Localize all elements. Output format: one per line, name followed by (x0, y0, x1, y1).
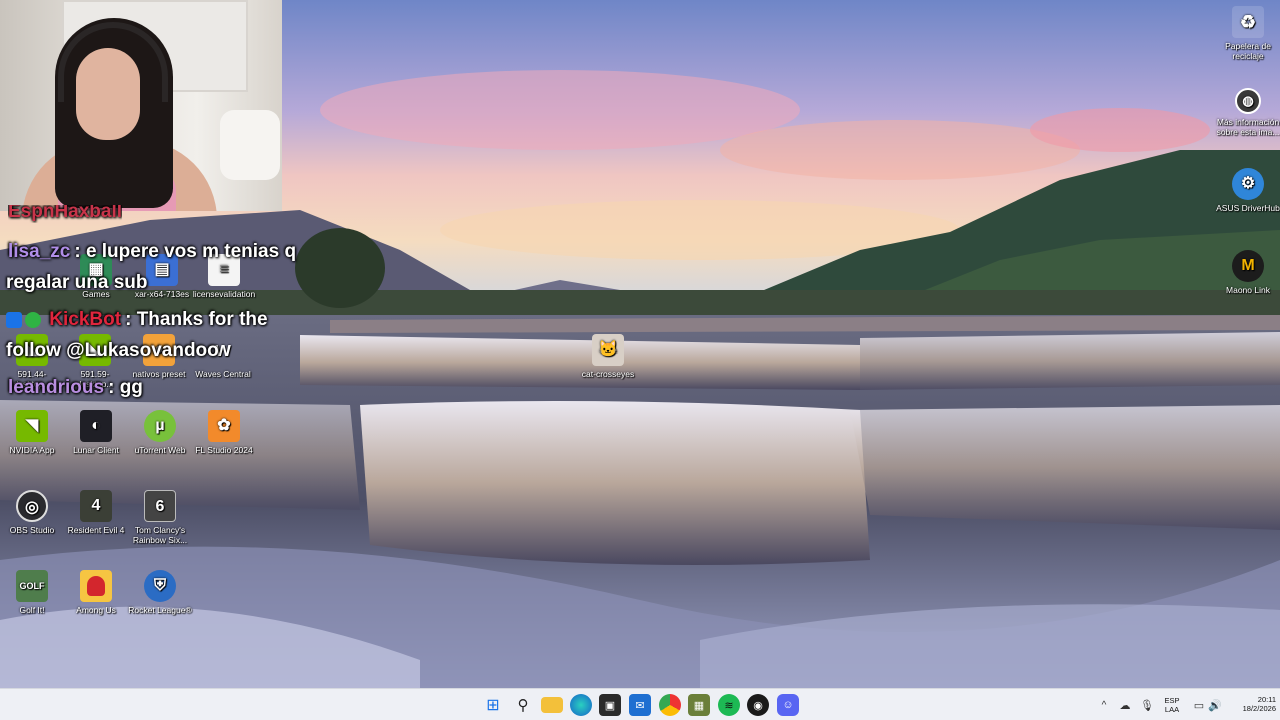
desktop-icon-lunar-client[interactable]: ◐ Lunar Client (64, 410, 128, 455)
desktop-icon-fl-studio[interactable]: ✿ FL Studio 2024 (192, 410, 256, 455)
edge-icon[interactable] (570, 694, 592, 716)
lunar-client-icon: ◐ (80, 410, 112, 442)
desktop-icon-resident-evil-4[interactable]: 4 Resident Evil 4 (64, 490, 128, 535)
desktop-icon-obs-studio[interactable]: ◎ OBS Studio (0, 490, 64, 535)
maono-icon: M (1232, 250, 1264, 282)
bot-badge-icon (6, 311, 22, 328)
obs-icon: ◎ (16, 490, 48, 522)
microphone-icon[interactable]: 🎙 (1138, 694, 1156, 716)
camera-info-icon: ◍ (1235, 88, 1261, 114)
store-icon[interactable]: ▣ (599, 694, 621, 716)
desktop-icon-label: licensevalidation (192, 289, 256, 299)
chat-text: gg (119, 377, 143, 398)
desktop-icon-label-line1: Más información (1216, 117, 1280, 127)
volume-icon[interactable]: 🔊 (1206, 694, 1224, 716)
desktop-icon-label-line2: reciclaje (1232, 51, 1264, 61)
desktop-icon-label-line2: Rainbow Six... (132, 535, 188, 545)
chat-username: lisa_zc (8, 241, 71, 262)
cat-image-icon: 🐱 (592, 334, 624, 366)
chat-message-lisa: lisa_zc: e lupere vos m tenias q (8, 241, 296, 263)
desktop-icon-cat-crosseyes[interactable]: 🐱 cat-crosseyes (576, 334, 640, 379)
desktop-icon-label: Rocket League® (128, 605, 192, 615)
webcam-pillow (220, 110, 280, 180)
desktop-icon-label: OBS Studio (9, 525, 55, 535)
desktop-icon-utorrent-web[interactable]: µ uTorrent Web (128, 410, 192, 455)
webcam-overlay (0, 0, 282, 211)
desktop-icon-spotlight-info[interactable]: ◍ Más información sobre esta ima... (1216, 88, 1280, 137)
chat-text: Thanks for the (136, 309, 268, 330)
golf-it-icon: GOLF (16, 570, 48, 602)
clock[interactable]: 20:11 18/2/2026 (1228, 695, 1276, 713)
chat-separator: : (74, 241, 81, 262)
chat-message-kickbot-cont: follow @Lukasovandoo (6, 340, 219, 362)
desktop-icon-label: Among Us (76, 605, 116, 615)
chat-partial-line: EspnHaxball (8, 205, 122, 223)
desktop-icon-label: Golf It! (19, 605, 45, 615)
spotify-icon[interactable]: ≋ (718, 694, 740, 716)
start-windows-icon[interactable]: ⊞ (482, 694, 504, 716)
app-dark-icon[interactable]: ◉ (747, 694, 769, 716)
minecraft-icon[interactable]: ▦ (688, 694, 710, 716)
outlook-icon[interactable]: ✉ (629, 694, 651, 716)
desktop-icon-nvidia-app[interactable]: ◥ NVIDIA App (0, 410, 64, 455)
chrome-icon[interactable] (659, 694, 681, 716)
chat-message-lisa-cont: regalar una sub (6, 272, 148, 294)
desktop-icon-label-line1: Papelera de (1225, 41, 1271, 51)
nvidia-icon: ◥ (16, 410, 48, 442)
desktop-icon-label: NVIDIA App (9, 445, 55, 455)
among-us-icon (80, 570, 112, 602)
desktop-icon-label: FL Studio 2024 (195, 445, 253, 455)
chat-username: EspnHaxball (8, 205, 123, 222)
fl-studio-icon: ✿ (208, 410, 240, 442)
desktop-icon-label: cat-crosseyes (581, 369, 635, 379)
desktop-icon-among-us[interactable]: Among Us (64, 570, 128, 615)
language-indicator[interactable]: ESP LAA (1160, 696, 1184, 714)
chat-separator: : (125, 309, 132, 330)
clock-time: 20:11 (1257, 695, 1276, 704)
desktop-icon-label: Resident Evil 4 (67, 525, 125, 535)
utorrent-icon: µ (144, 410, 176, 442)
verified-badge-icon (25, 311, 41, 328)
resident-evil-icon: 4 (80, 490, 112, 522)
rainbow-six-icon: 6 (144, 490, 176, 522)
search-icon[interactable]: ⚲ (512, 694, 534, 716)
desktop-icon-rainbow-six[interactable]: 6 Tom Clancy's Rainbow Six... (128, 490, 192, 545)
chat-separator: : (108, 377, 115, 398)
desktop-icon-label-line1: Tom Clancy's (134, 525, 186, 535)
language-code: ESP (1164, 696, 1180, 705)
desktop-icon-label: Lunar Client (73, 445, 119, 455)
file-explorer-icon[interactable] (541, 697, 563, 713)
desktop-icon-maono-link[interactable]: M Maono Link (1216, 250, 1280, 295)
desktop-icon-golf-it[interactable]: GOLF Golf It! (0, 570, 64, 615)
clock-date: 18/2/2026 (1242, 704, 1276, 713)
network-cloud-icon[interactable]: ☁ (1116, 694, 1134, 716)
desktop-icon-label: ASUS DriverHub (1216, 203, 1280, 213)
chat-text: follow @Lukasovandoo (6, 340, 219, 361)
taskbar: ⊞ ⚲ ▣ ✉ ▦ ≋ ◉ ☺ ^ ☁ 🎙 ESP LAA ▭ 🔊 20:11 … (0, 688, 1280, 720)
desktop-icon-asus-driverhub[interactable]: ⚙ ASUS DriverHub (1216, 168, 1280, 213)
chat-text: e lupere vos m tenias q (85, 241, 297, 262)
chevron-up-icon[interactable]: ^ (1096, 694, 1112, 716)
desktop-icon-label: Maono Link (1226, 285, 1270, 295)
rocket-league-icon: ⛨ (144, 570, 176, 602)
discord-icon[interactable]: ☺ (777, 694, 799, 716)
desktop-icon-label-line2: sobre esta ima... (1216, 127, 1280, 137)
desktop-icon-rocket-league[interactable]: ⛨ Rocket League® (128, 570, 192, 615)
chat-username: KickBot (49, 309, 122, 330)
chat-message-leandrious: leandrious: gg (8, 377, 143, 399)
layout-code: LAA (1164, 705, 1180, 714)
recycle-bin-icon: ♻ (1232, 6, 1264, 38)
desktop-icon-label: Waves Central (195, 369, 251, 379)
desktop-icon-recycle-bin[interactable]: ♻ Papelera de reciclaje (1216, 6, 1280, 61)
chat-message-kickbot: KickBot: Thanks for the (6, 309, 268, 331)
chat-text: regalar una sub (6, 272, 148, 293)
chat-username: leandrious (8, 377, 105, 398)
gear-icon: ⚙ (1232, 168, 1264, 200)
desktop-icon-label: uTorrent Web (134, 445, 186, 455)
